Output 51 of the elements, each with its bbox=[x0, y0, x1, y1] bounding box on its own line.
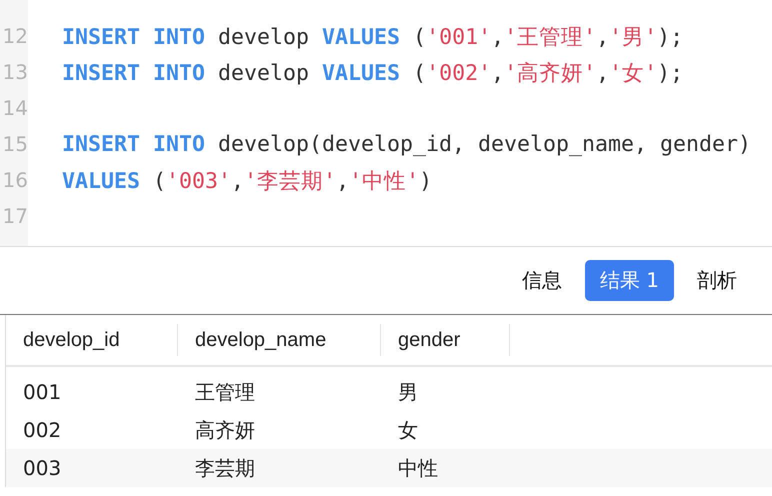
sql-keyword: VALUES bbox=[62, 168, 140, 194]
sql-keyword: INSERT INTO bbox=[62, 132, 206, 156]
string-literal: '王管理' bbox=[504, 24, 596, 50]
line-number: 13 bbox=[2, 60, 28, 84]
line-number: 16 bbox=[2, 168, 28, 192]
table-cell-text: 男 bbox=[397, 378, 419, 406]
code-text: develop bbox=[217, 24, 310, 50]
string-literal: '男' bbox=[609, 24, 658, 50]
line-number: 12 bbox=[2, 24, 28, 48]
code-text: , bbox=[596, 60, 610, 86]
table-cell-text: 高齐妍 bbox=[194, 416, 256, 444]
code-text: , bbox=[491, 60, 504, 86]
string-literal: '中性' bbox=[349, 168, 420, 194]
code-text: develop bbox=[217, 60, 310, 86]
line-number: 14 bbox=[2, 96, 28, 120]
result-tab[interactable]: 剖析 bbox=[682, 260, 752, 301]
code-text: , bbox=[491, 24, 504, 50]
code-text: ( bbox=[152, 168, 166, 194]
result-tab[interactable]: 结果 1 bbox=[584, 260, 674, 301]
line-number: 17 bbox=[2, 204, 28, 228]
result-tab[interactable]: 信息 bbox=[506, 260, 577, 301]
sql-keyword: INSERT INTO bbox=[62, 24, 206, 50]
table-cell-text: 001 bbox=[22, 380, 62, 404]
string-literal: '李芸期' bbox=[244, 168, 336, 194]
code-text: , bbox=[231, 168, 244, 194]
code-text: ( bbox=[412, 24, 426, 50]
string-literal: '001' bbox=[426, 24, 492, 50]
code-text: ); bbox=[657, 24, 684, 50]
table-cell-text: 中性 bbox=[397, 454, 439, 482]
sql-keyword: INSERT INTO bbox=[62, 60, 206, 86]
table-cell-text: 李芸期 bbox=[194, 454, 256, 482]
table-cell-text: 002 bbox=[22, 418, 62, 442]
table-cell-text: 王管理 bbox=[194, 378, 256, 406]
code-text: develop(develop_id, develop_name, gender) bbox=[217, 132, 752, 156]
string-literal: '003' bbox=[166, 168, 232, 194]
code-text: ); bbox=[657, 60, 684, 86]
code-text: ) bbox=[419, 168, 432, 194]
table-cell-text: 女 bbox=[397, 416, 419, 444]
string-literal: '高齐妍' bbox=[504, 60, 596, 86]
column-header[interactable]: develop_id bbox=[6, 324, 178, 356]
code-text: ( bbox=[412, 60, 426, 86]
code-text: , bbox=[336, 168, 350, 194]
sql-keyword: VALUES bbox=[322, 60, 400, 86]
line-number: 15 bbox=[2, 132, 28, 156]
table-cell-text: 003 bbox=[22, 456, 62, 480]
column-header[interactable]: develop_name bbox=[178, 324, 381, 356]
code-text: , bbox=[596, 24, 610, 50]
string-literal: '女' bbox=[609, 60, 658, 86]
column-header[interactable]: gender bbox=[381, 324, 510, 356]
sql-keyword: VALUES bbox=[322, 24, 400, 50]
string-literal: '002' bbox=[426, 60, 492, 86]
